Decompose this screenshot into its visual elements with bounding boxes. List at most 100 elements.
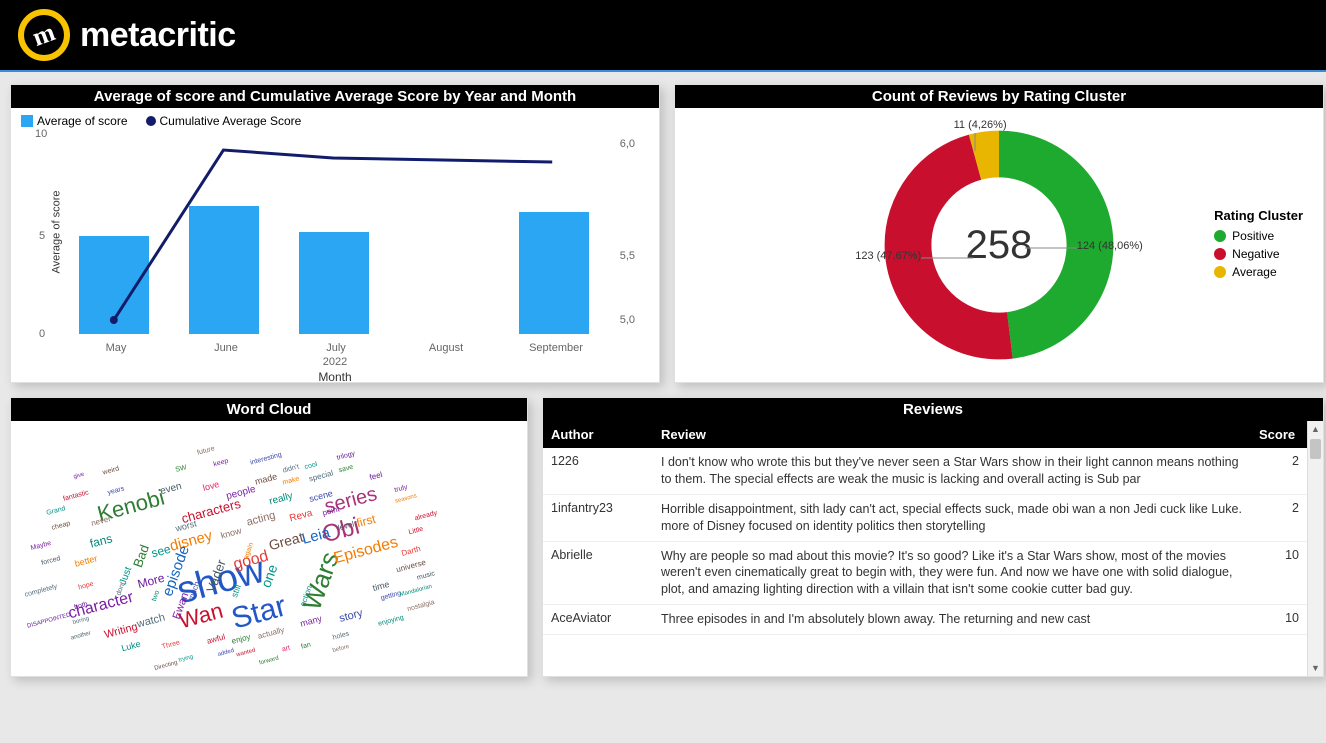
word-cloud[interactable]: showStarWarsObiWanKenobiseriesEpisodesch… [11, 421, 527, 676]
word-forward[interactable]: forward [259, 656, 280, 667]
word-interesting[interactable]: interesting [249, 451, 282, 466]
word-three[interactable]: Three [161, 639, 180, 650]
word-weird[interactable]: weird [102, 465, 120, 476]
word-darth[interactable]: Darth [400, 544, 421, 558]
word-before[interactable]: before [332, 644, 350, 654]
reviews-table: Author Review Score 1226I don't know who… [543, 421, 1307, 676]
word-added[interactable]: added [217, 648, 235, 658]
word-holes[interactable]: holes [332, 630, 350, 641]
table-row[interactable]: AceAviatorThree episodes in and I'm abso… [543, 605, 1307, 635]
word-special[interactable]: special [308, 468, 334, 483]
word-two[interactable]: two [151, 590, 161, 603]
word-art[interactable]: art [281, 645, 291, 654]
word-sw[interactable]: SW [175, 464, 188, 474]
scroll-thumb[interactable] [1310, 439, 1321, 459]
scroll-up-icon[interactable]: ▲ [1308, 421, 1323, 437]
word-enjoying[interactable]: enjoying [377, 614, 404, 628]
word-many[interactable]: many [299, 613, 323, 628]
col-author[interactable]: Author [543, 421, 653, 448]
x-axis-title: Month [11, 370, 659, 383]
y-axis-right-label: Cumulative Average Score [641, 130, 655, 334]
table-row[interactable]: AbrielleWhy are people so mad about this… [543, 542, 1307, 606]
y-tick: 5 [39, 230, 45, 242]
word-people[interactable]: people [225, 484, 257, 502]
word-luke[interactable]: Luke [120, 639, 141, 654]
word-disappointed[interactable]: DISAPPOINTED [27, 612, 72, 629]
word-fans[interactable]: fans [88, 531, 114, 550]
word-cheap[interactable]: cheap [51, 520, 71, 532]
legend-average[interactable]: Average [1214, 265, 1303, 279]
legend-positive[interactable]: Positive [1214, 229, 1303, 243]
word-forced[interactable]: forced [41, 555, 62, 567]
word-story[interactable]: story [338, 607, 364, 625]
word-another[interactable]: another [70, 630, 91, 641]
word-seasons[interactable]: seasons [394, 493, 417, 505]
table-row[interactable]: 1226I don't know who wrote this but they… [543, 448, 1307, 495]
line-series[interactable] [61, 130, 611, 334]
word-time[interactable]: time [371, 579, 390, 593]
legend-item-bar[interactable]: Average of score [21, 114, 128, 128]
word-really[interactable]: really [268, 491, 294, 508]
cell-author: 1infantry23 [543, 501, 653, 535]
word-even[interactable]: even [159, 481, 183, 497]
word-completely[interactable]: completely [24, 583, 58, 598]
word-maybe[interactable]: Maybe [30, 540, 52, 552]
cell-review: Three episodes in and I'm absolutely blo… [653, 611, 1251, 628]
word-give[interactable]: give [73, 472, 85, 481]
word-made[interactable]: made [254, 471, 278, 486]
word-bad[interactable]: Bad [130, 543, 152, 570]
word-great[interactable]: Great [267, 529, 305, 554]
legend-negative[interactable]: Negative [1214, 247, 1303, 261]
cell-score: 2 [1251, 454, 1307, 488]
word-make[interactable]: make [282, 475, 300, 486]
word-hope[interactable]: hope [78, 581, 95, 592]
word-cool[interactable]: cool [304, 461, 318, 471]
word-love[interactable]: love [202, 479, 221, 493]
chart-title: Average of score and Cumulative Average … [11, 85, 659, 108]
word-enjoy[interactable]: enjoy [231, 632, 252, 646]
word-truly[interactable]: truly [394, 484, 409, 494]
scrollbar[interactable]: ▲ ▼ [1307, 421, 1323, 676]
word-first[interactable]: first [355, 512, 377, 531]
word-universe[interactable]: universe [395, 558, 427, 575]
dot-icon [1214, 230, 1226, 242]
donut-chart[interactable]: 258 124 (48,06%) 123 (47,67%) 11 (4,26%)… [675, 108, 1323, 382]
word-future[interactable]: future [196, 445, 215, 456]
word-mandalorian[interactable]: Mandalorian [399, 584, 432, 598]
word-awful[interactable]: awful [206, 632, 226, 646]
word-writing[interactable]: Writing [103, 621, 139, 641]
col-review[interactable]: Review [653, 421, 1251, 448]
word-fan[interactable]: fan [300, 641, 311, 650]
table-body: 1226I don't know who wrote this but they… [543, 448, 1307, 676]
word-grand[interactable]: Grand [46, 505, 67, 517]
y-tick-r: 6,0 [620, 138, 635, 150]
word-trilogy[interactable]: trilogy [336, 450, 356, 462]
word-better[interactable]: better [74, 553, 99, 569]
scroll-down-icon[interactable]: ▼ [1308, 660, 1323, 676]
card-avg-score-by-month: Average of score and Cumulative Average … [10, 84, 660, 383]
word-music[interactable]: music [416, 570, 435, 581]
word-nostalgia[interactable]: nostalgia [407, 599, 436, 613]
table-row[interactable]: 1infantry23Horrible disappointment, sith… [543, 495, 1307, 542]
word-watch[interactable]: watch [136, 611, 167, 630]
y-axis-left-label: Average of score [15, 130, 29, 334]
chart-title: Word Cloud [11, 398, 527, 421]
word-didn't[interactable]: didn't [282, 463, 300, 474]
word-see[interactable]: see [150, 542, 172, 561]
col-score[interactable]: Score [1251, 421, 1307, 448]
word-directing[interactable]: Directing [154, 660, 178, 672]
word-little[interactable]: Little [408, 526, 424, 537]
word-know[interactable]: know [220, 525, 243, 540]
word-save[interactable]: save [338, 464, 354, 475]
word-reva[interactable]: Reva [288, 508, 313, 525]
word-keep[interactable]: keep [213, 458, 229, 469]
word-acting[interactable]: acting [245, 509, 276, 528]
word-trying[interactable]: trying [178, 654, 194, 664]
legend-item-line[interactable]: Cumulative Average Score [146, 114, 302, 128]
word-fantastic[interactable]: fantastic [62, 489, 89, 503]
cell-score: 2 [1251, 501, 1307, 535]
word-feel[interactable]: feel [369, 470, 384, 482]
word-wanted[interactable]: wanted [236, 648, 256, 659]
word-already[interactable]: already [414, 510, 438, 523]
combo-chart[interactable]: Average of score Cumulative Average Scor… [11, 130, 659, 382]
